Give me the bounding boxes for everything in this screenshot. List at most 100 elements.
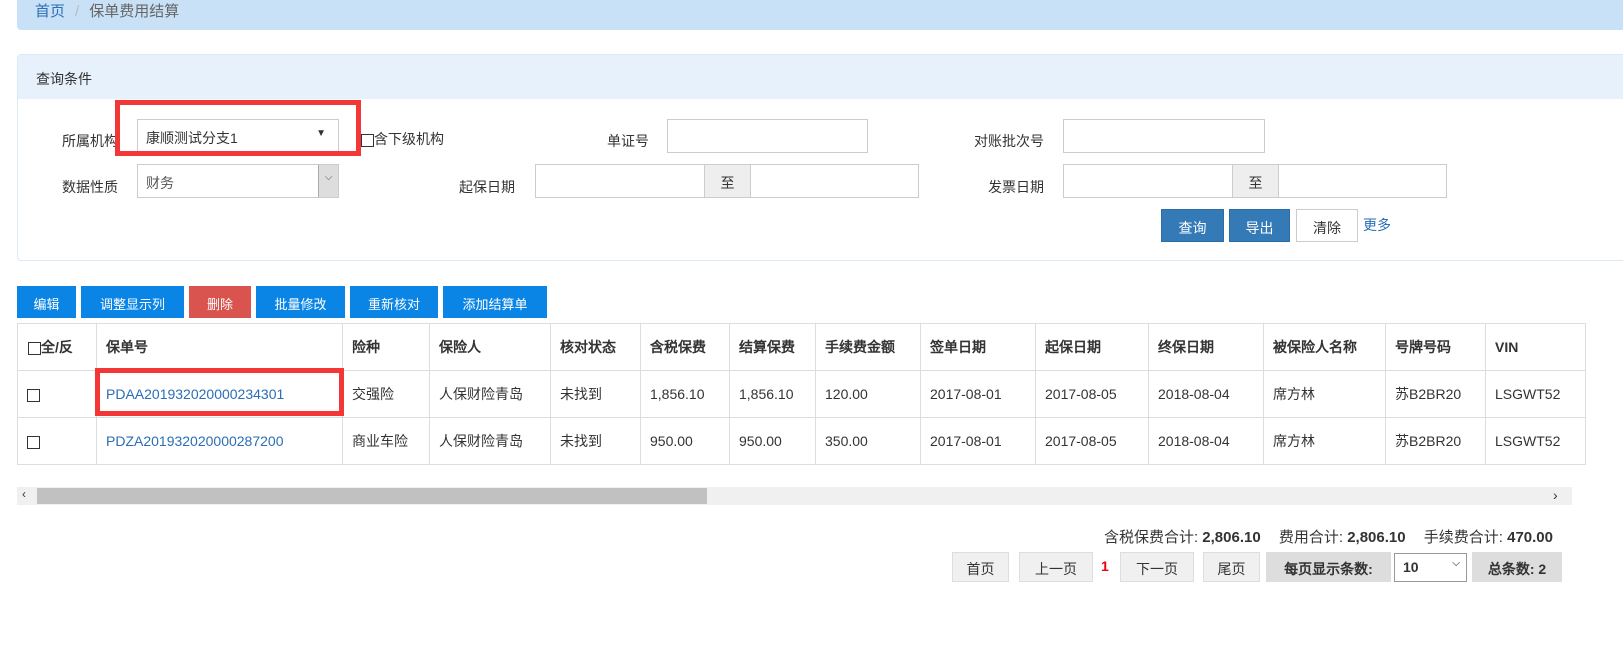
breadcrumb-current: 保单费用结算 bbox=[89, 3, 180, 20]
clear-button[interactable]: 清除 bbox=[1296, 209, 1358, 242]
breadcrumb-separator: / bbox=[75, 3, 80, 20]
cell: 2018-08-04 bbox=[1148, 417, 1264, 465]
next-page-button[interactable]: 下一页 bbox=[1120, 552, 1194, 582]
org-label: 所属机构 bbox=[62, 133, 118, 149]
cell: 未找到 bbox=[550, 370, 641, 418]
cell: 2018-08-04 bbox=[1148, 370, 1264, 418]
more-link[interactable]: 更多 bbox=[1363, 215, 1391, 235]
cell: 席方林 bbox=[1263, 417, 1386, 465]
last-page-button[interactable]: 尾页 bbox=[1203, 552, 1260, 582]
select-all-header[interactable]: 全/反 bbox=[17, 323, 97, 371]
cell: 人保财险青岛 bbox=[429, 370, 551, 418]
per-page-label: 每页显示条数: bbox=[1266, 552, 1391, 582]
edit-button[interactable]: 编辑 bbox=[17, 286, 76, 318]
start-date-to[interactable] bbox=[750, 164, 919, 198]
scroll-right-icon[interactable]: › bbox=[1553, 487, 1558, 503]
header-type: 险种 bbox=[342, 323, 430, 371]
scrollbar-thumb[interactable] bbox=[37, 488, 707, 504]
cell: 1,856.10 bbox=[640, 370, 730, 418]
highlight-annotation bbox=[115, 100, 361, 156]
batch-edit-button[interactable]: 批量修改 bbox=[256, 286, 345, 318]
cell: 商业车险 bbox=[342, 417, 430, 465]
horizontal-scrollbar[interactable]: ‹ bbox=[17, 487, 1572, 505]
cell: 2017-08-01 bbox=[920, 417, 1036, 465]
cell: 950.00 bbox=[640, 417, 730, 465]
checkbox-icon bbox=[28, 341, 41, 355]
nature-label: 数据性质 bbox=[62, 179, 118, 195]
cell: 350.00 bbox=[815, 417, 921, 465]
recheck-button[interactable]: 重新核对 bbox=[350, 286, 438, 318]
include-sub-label: 含下级机构 bbox=[374, 131, 444, 147]
header-plate: 号牌号码 bbox=[1385, 323, 1486, 371]
cell: 未找到 bbox=[550, 417, 641, 465]
cell: 人保财险青岛 bbox=[429, 417, 551, 465]
header-commission: 手续费金额 bbox=[815, 323, 921, 371]
cell: 1,856.10 bbox=[729, 370, 816, 418]
current-page: 1 bbox=[1101, 558, 1109, 574]
invoice-date-to-label: 至 bbox=[1232, 164, 1279, 198]
header-insured: 被保险人名称 bbox=[1263, 323, 1386, 371]
query-title: 查询条件 bbox=[18, 55, 1623, 99]
header-start-date: 起保日期 bbox=[1035, 323, 1149, 371]
header-end-date: 终保日期 bbox=[1148, 323, 1264, 371]
total-count: 总条数: 2 bbox=[1472, 552, 1562, 582]
header-label: 全/反 bbox=[41, 339, 73, 355]
scroll-left-icon[interactable]: ‹ bbox=[22, 487, 26, 501]
header-policy-no: 保单号 bbox=[96, 323, 343, 371]
cell: 苏B2BR20 bbox=[1385, 370, 1486, 418]
premium-total-label: 含税保费合计: bbox=[1103, 529, 1199, 546]
cell: 2017-08-05 bbox=[1035, 417, 1149, 465]
breadcrumb-home[interactable]: 首页 bbox=[35, 3, 65, 20]
chevron-down-icon: ⌵ bbox=[1452, 558, 1460, 569]
chevron-down-icon: ⌵ bbox=[318, 165, 338, 197]
cell: 120.00 bbox=[815, 370, 921, 418]
header-insurer: 保险人 bbox=[429, 323, 551, 371]
cell: 2017-08-01 bbox=[920, 370, 1036, 418]
commission-total: 470.00 bbox=[1507, 529, 1553, 546]
prev-page-button[interactable]: 上一页 bbox=[1019, 552, 1093, 582]
cert-input[interactable] bbox=[667, 119, 868, 153]
first-page-button[interactable]: 首页 bbox=[952, 552, 1009, 582]
breadcrumb: 首页 / 保单费用结算 bbox=[17, 0, 1623, 30]
fee-total: 2,806.10 bbox=[1347, 529, 1406, 546]
table-row: PDZA201932020000287200 商业车险 人保财险青岛 未找到 9… bbox=[17, 417, 1586, 465]
nature-select[interactable]: 财务 ⌵ bbox=[137, 164, 339, 198]
include-sub-checkbox[interactable]: 含下级机构 bbox=[361, 129, 444, 149]
cell: 950.00 bbox=[729, 417, 816, 465]
header-sign-date: 签单日期 bbox=[920, 323, 1036, 371]
cell: 席方林 bbox=[1263, 370, 1386, 418]
header-status: 核对状态 bbox=[550, 323, 641, 371]
export-button[interactable]: 导出 bbox=[1229, 209, 1290, 242]
cell: 2017-08-05 bbox=[1035, 370, 1149, 418]
start-date-label: 起保日期 bbox=[459, 179, 515, 195]
commission-total-label: 手续费合计: bbox=[1423, 529, 1503, 546]
row-checkbox[interactable] bbox=[17, 370, 97, 418]
invoice-date-to[interactable] bbox=[1278, 164, 1447, 198]
header-vin: VIN bbox=[1485, 323, 1586, 371]
header-premium: 含税保费 bbox=[640, 323, 730, 371]
delete-button[interactable]: 删除 bbox=[189, 286, 251, 318]
adjust-columns-button[interactable]: 调整显示列 bbox=[81, 286, 184, 318]
nature-value: 财务 bbox=[146, 175, 174, 191]
header-settle-premium: 结算保费 bbox=[729, 323, 816, 371]
policy-link[interactable]: PDZA201932020000287200 bbox=[106, 433, 284, 449]
start-date-to-label: 至 bbox=[704, 164, 751, 198]
search-button[interactable]: 查询 bbox=[1161, 209, 1224, 242]
cell: LSGWT52 bbox=[1485, 370, 1586, 418]
totals: 含税保费合计: 2,806.10 费用合计: 2,806.10 手续费合计: 4… bbox=[1104, 526, 1553, 547]
start-date-from[interactable] bbox=[535, 164, 705, 198]
invoice-date-from[interactable] bbox=[1063, 164, 1233, 198]
batch-label: 对账批次号 bbox=[974, 133, 1044, 149]
fee-total-label: 费用合计: bbox=[1278, 529, 1344, 546]
row-checkbox[interactable] bbox=[17, 417, 97, 465]
batch-input[interactable] bbox=[1063, 119, 1265, 153]
per-page-select[interactable]: 10 ⌵ bbox=[1394, 553, 1467, 582]
premium-total: 2,806.10 bbox=[1202, 529, 1261, 546]
table-header: 全/反 保单号 险种 保险人 核对状态 含税保费 结算保费 手续费金额 签单日期… bbox=[17, 323, 1586, 371]
add-settlement-button[interactable]: 添加结算单 bbox=[443, 286, 547, 318]
per-page-value: 10 bbox=[1403, 559, 1419, 575]
highlight-annotation bbox=[95, 368, 344, 416]
invoice-date-label: 发票日期 bbox=[988, 179, 1044, 195]
checkbox-icon bbox=[361, 133, 374, 147]
cell: 交强险 bbox=[342, 370, 430, 418]
